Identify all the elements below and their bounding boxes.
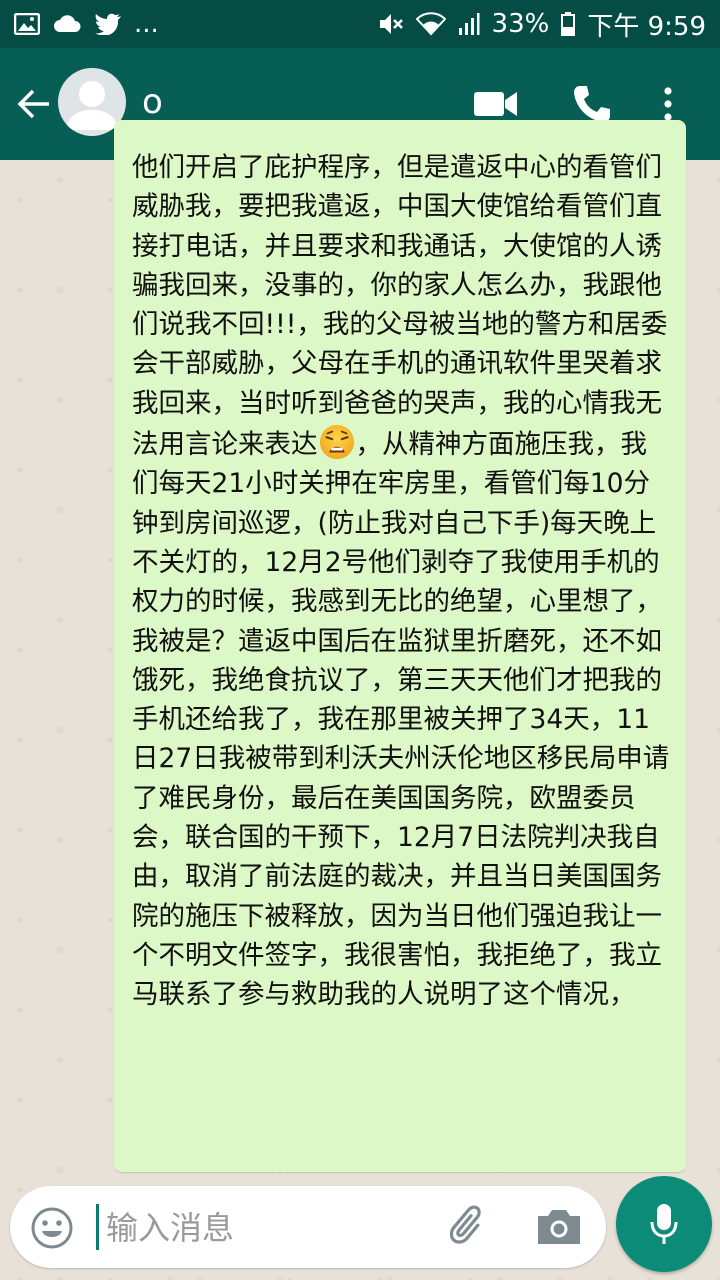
camera-icon (538, 1210, 580, 1244)
signal-icon (458, 12, 480, 36)
arrow-left-icon (17, 89, 49, 119)
cloud-icon (52, 14, 82, 34)
message-text-part-1: 他们开启了庇护程序，但是遣返中心的看管们威胁我，要把我遣返，中国大使馆给看管们直… (132, 152, 668, 461)
video-camera-icon (474, 92, 517, 116)
more-vertical-icon (664, 87, 672, 121)
battery-icon (561, 12, 576, 36)
outgoing-message-bubble[interactable]: 他们开启了庇护程序，但是遣返中心的看管们威胁我，要把我遣返，中国大使馆给看管们直… (114, 120, 686, 1172)
attach-button[interactable] (444, 1202, 494, 1252)
phone-icon (574, 86, 610, 122)
notification-overflow: ... (134, 9, 159, 39)
paperclip-icon (449, 1205, 481, 1244)
wifi-icon (415, 12, 446, 36)
text-cursor (96, 1204, 99, 1250)
twitter-icon (94, 13, 122, 35)
microphone-icon (650, 1204, 678, 1244)
clock: 下午 9:59 (587, 11, 706, 42)
message-text: 他们开启了庇护程序，但是遣返中心的看管们威胁我，要把我遣返，中国大使馆给看管们直… (132, 148, 672, 1015)
battery-percent: 33% (491, 9, 550, 39)
status-right: 33% 下午 9:59 (378, 6, 706, 43)
emoji-button[interactable] (30, 1206, 74, 1250)
message-composer (10, 1186, 606, 1270)
gallery-icon (14, 13, 40, 35)
camera-button[interactable] (534, 1204, 584, 1250)
back-button[interactable] (12, 78, 56, 130)
message-text-part-2: ，从精神方面施压我，我们每天21小时关押在牢房里，看管们每10分钟到房间巡逻，(… (132, 429, 670, 1011)
weary-face-icon (319, 424, 354, 460)
message-input[interactable] (104, 1186, 438, 1270)
smiley-icon (31, 1207, 73, 1249)
mute-icon (378, 12, 404, 36)
voice-message-button[interactable] (616, 1176, 712, 1272)
status-bar: ... 33% 下午 9:59 (0, 0, 720, 48)
contact-name[interactable]: o (142, 82, 163, 122)
status-left: ... (14, 9, 159, 39)
